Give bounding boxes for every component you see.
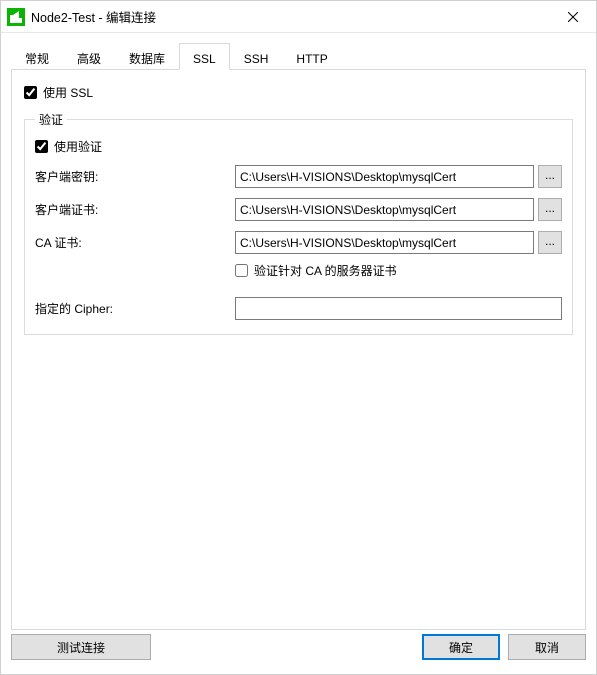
window-title: Node2-Test - 编辑连接 [31, 7, 550, 26]
tab-ssl[interactable]: SSL [179, 43, 230, 70]
use-verify-checkbox[interactable] [35, 140, 48, 153]
tabstrip: 常规 高级 数据库 SSL SSH HTTP [11, 43, 586, 70]
cipher-label: 指定的 Cipher: [35, 300, 235, 317]
close-icon [568, 12, 578, 22]
tab-general[interactable]: 常规 [11, 43, 63, 70]
verify-server-checkbox[interactable] [235, 264, 248, 277]
tab-ssh[interactable]: SSH [230, 43, 283, 70]
cancel-button[interactable]: 取消 [508, 634, 586, 660]
client-key-input[interactable] [235, 165, 534, 188]
use-verify-label: 使用验证 [54, 138, 102, 155]
client-key-row: 客户端密钥: ... [35, 165, 562, 188]
verify-group: 验证 使用验证 客户端密钥: ... 客户端证书: .. [24, 111, 573, 335]
tab-database[interactable]: 数据库 [115, 43, 179, 70]
use-ssl-label: 使用 SSL [43, 84, 93, 101]
app-icon [7, 8, 25, 26]
ca-cert-browse-button[interactable]: ... [538, 231, 562, 254]
client-key-label: 客户端密钥: [35, 168, 235, 185]
cipher-input[interactable] [235, 297, 562, 320]
verify-server-row[interactable]: 验证针对 CA 的服务器证书 [235, 262, 562, 279]
client-cert-browse-button[interactable]: ... [538, 198, 562, 221]
test-connection-button[interactable]: 测试连接 [11, 634, 151, 660]
dialog-window: Node2-Test - 编辑连接 常规 高级 数据库 SSL SSH HTTP… [0, 0, 597, 675]
client-cert-row: 客户端证书: ... [35, 198, 562, 221]
client-cert-label: 客户端证书: [35, 201, 235, 218]
tab-content-ssl: 使用 SSL 验证 使用验证 客户端密钥: ... 客户端证书: [11, 70, 586, 630]
use-ssl-checkbox[interactable] [24, 86, 37, 99]
tab-advanced[interactable]: 高级 [63, 43, 115, 70]
tab-http[interactable]: HTTP [282, 43, 341, 70]
footer: 测试连接 确定 取消 [1, 630, 596, 674]
use-verify-row[interactable]: 使用验证 [35, 138, 562, 155]
ca-cert-row: CA 证书: ... [35, 231, 562, 254]
client-area: 常规 高级 数据库 SSL SSH HTTP 使用 SSL 验证 使用验证 客户… [1, 33, 596, 630]
ok-button[interactable]: 确定 [422, 634, 500, 660]
cipher-row: 指定的 Cipher: [35, 297, 562, 320]
titlebar: Node2-Test - 编辑连接 [1, 1, 596, 33]
client-key-browse-button[interactable]: ... [538, 165, 562, 188]
client-cert-input[interactable] [235, 198, 534, 221]
verify-group-label: 验证 [35, 111, 67, 128]
use-ssl-row[interactable]: 使用 SSL [24, 84, 573, 101]
close-button[interactable] [550, 1, 596, 32]
ca-cert-input[interactable] [235, 231, 534, 254]
ca-cert-label: CA 证书: [35, 234, 235, 251]
verify-server-label: 验证针对 CA 的服务器证书 [254, 262, 397, 279]
